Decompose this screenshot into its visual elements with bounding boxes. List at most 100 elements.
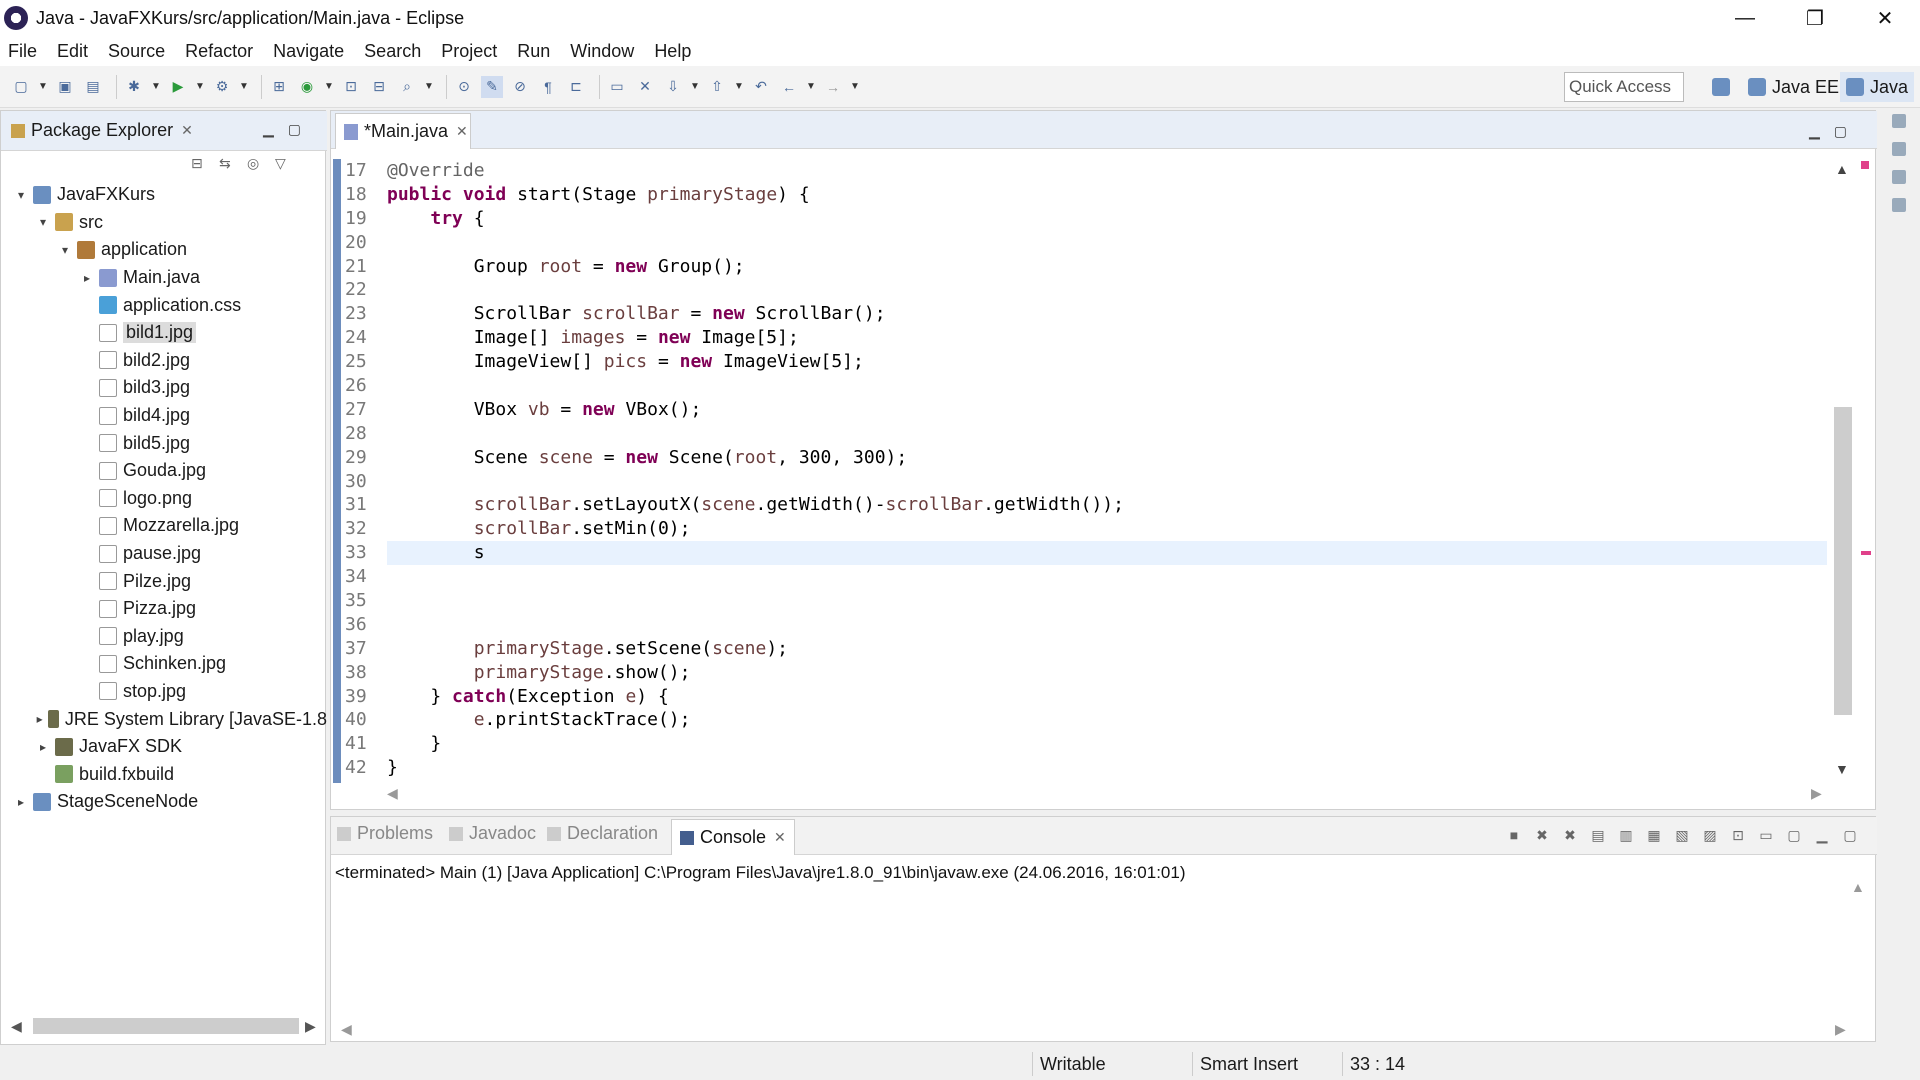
open-console-icon[interactable]: ▢ — [1785, 827, 1803, 845]
perspective-java-ee[interactable]: Java EE — [1748, 72, 1839, 102]
tab-problems[interactable]: Problems — [337, 823, 433, 844]
scroll-up-icon[interactable]: ▲ — [1835, 161, 1849, 177]
display-selected-console-icon[interactable]: ▭ — [1757, 827, 1775, 845]
tab-declaration[interactable]: Declaration — [547, 823, 658, 844]
tree-item[interactable]: logo.png — [1, 485, 327, 513]
tree-item[interactable]: Schinken.jpg — [1, 650, 327, 678]
code-line[interactable]: } — [387, 756, 1827, 780]
tree-item[interactable]: ▸ JavaFX SDK — [1, 733, 327, 761]
link-with-editor-icon[interactable]: ⇆ — [219, 155, 237, 173]
chevron-right-icon[interactable]: ▸ — [35, 740, 51, 754]
new-java-class-icon[interactable]: ◉ — [296, 76, 318, 98]
tree-item[interactable]: Pilze.jpg — [1, 567, 327, 595]
pin-icon[interactable]: ✕ — [634, 76, 656, 98]
remove-launch-icon[interactable]: ✖ — [1533, 827, 1551, 845]
tree-item[interactable]: bild1.jpg — [1, 319, 327, 347]
view-minimize-icon[interactable]: ▁ — [1813, 827, 1831, 845]
back-icon[interactable]: ← — [778, 76, 800, 98]
scrollbar-thumb[interactable] — [1834, 407, 1852, 715]
toggle-breadcrumb-icon[interactable]: ⊙ — [453, 76, 475, 98]
tree-item[interactable]: Mozzarella.jpg — [1, 512, 327, 540]
tree-item[interactable]: pause.jpg — [1, 540, 327, 568]
task-list-icon[interactable] — [1892, 142, 1906, 156]
chevron-down-icon[interactable]: ▾ — [35, 215, 51, 229]
code-line[interactable] — [387, 589, 1827, 613]
tree-item[interactable]: application.css — [1, 291, 327, 319]
chevron-down-icon[interactable]: ▾ — [13, 188, 29, 202]
chevron-down-icon[interactable]: ▼ — [850, 81, 860, 92]
tree-item[interactable]: Pizza.jpg — [1, 595, 327, 623]
new-icon[interactable]: ▢ — [10, 76, 32, 98]
code-line[interactable] — [387, 278, 1827, 302]
close-button[interactable]: ✕ — [1850, 0, 1920, 36]
open-task-icon[interactable]: ⊟ — [368, 76, 390, 98]
code-line[interactable]: Image[] images = new Image[5]; — [387, 326, 1827, 350]
chevron-down-icon[interactable]: ▼ — [806, 81, 816, 92]
view-minimize-maximize[interactable]: ▁▢ — [263, 121, 315, 138]
tree-item[interactable]: ▸ JRE System Library [JavaSE-1.8 — [1, 705, 327, 733]
tree-item[interactable]: ▾ src — [1, 209, 327, 237]
code-line[interactable]: primaryStage.setScene(scene); — [387, 637, 1827, 661]
show-on-error-icon[interactable]: ▨ — [1701, 827, 1719, 845]
chevron-right-icon[interactable]: ▸ — [79, 271, 95, 285]
chevron-down-icon[interactable]: ▼ — [424, 81, 434, 92]
menu-file[interactable]: File — [8, 41, 37, 62]
new-java-package-icon[interactable]: ⊞ — [268, 76, 290, 98]
collapse-all-icon[interactable]: ⊟ — [191, 155, 209, 173]
code-line[interactable]: public void start(Stage primaryStage) { — [387, 183, 1827, 207]
code-area[interactable]: @Override public void start(Stage primary… — [387, 159, 1827, 780]
code-line[interactable]: ImageView[] pics = new ImageView[5]; — [387, 350, 1827, 374]
scroll-up-icon[interactable]: ▲ — [1851, 879, 1865, 895]
menu-help[interactable]: Help — [654, 41, 691, 62]
close-icon[interactable]: ✕ — [181, 122, 193, 139]
maximize-button[interactable]: ❐ — [1780, 0, 1850, 36]
tree-item[interactable]: bild2.jpg — [1, 347, 327, 375]
toggle-block-selection-icon[interactable]: ⊘ — [509, 76, 531, 98]
chevron-down-icon[interactable]: ▼ — [239, 81, 249, 92]
tree-item[interactable]: play.jpg — [1, 623, 327, 651]
menu-search[interactable]: Search — [364, 41, 421, 62]
chevron-down-icon[interactable]: ▾ — [57, 243, 73, 257]
code-line[interactable] — [387, 470, 1827, 494]
menu-project[interactable]: Project — [441, 41, 497, 62]
tab-javadoc[interactable]: Javadoc — [449, 823, 536, 844]
close-icon[interactable]: ✕ — [774, 829, 786, 846]
editor-tab-main-java[interactable]: *Main.java ✕ — [335, 113, 471, 149]
code-line[interactable]: Group root = new Group(); — [387, 255, 1827, 279]
forward-icon[interactable]: → — [822, 76, 844, 98]
tree-item[interactable]: ▸ Main.java — [1, 264, 327, 292]
scroll-lock-icon[interactable]: ▥ — [1617, 827, 1635, 845]
last-edit-location-icon[interactable]: ↶ — [750, 76, 772, 98]
overview-ruler-mark[interactable] — [1861, 551, 1871, 555]
chevron-down-icon[interactable]: ▼ — [324, 81, 334, 92]
code-line[interactable] — [387, 565, 1827, 589]
menu-edit[interactable]: Edit — [57, 41, 88, 62]
code-line[interactable]: primaryStage.show(); — [387, 661, 1827, 685]
show-on-output-icon[interactable]: ▧ — [1673, 827, 1691, 845]
code-line[interactable] — [387, 613, 1827, 637]
run-icon[interactable]: ▶ — [167, 76, 189, 98]
outline-icon[interactable] — [1892, 198, 1906, 212]
code-line[interactable]: scrollBar.setLayoutX(scene.getWidth()-sc… — [387, 493, 1827, 517]
vertical-scrollbar[interactable]: ▲ ▼ — [1831, 161, 1855, 777]
code-line[interactable]: } — [387, 732, 1827, 756]
code-line[interactable] — [387, 231, 1827, 255]
view-minimize-maximize[interactable]: ▁▢ — [1809, 123, 1861, 140]
code-line[interactable]: scrollBar.setMin(0); — [387, 517, 1827, 541]
chevron-down-icon[interactable]: ▼ — [195, 81, 205, 92]
terminate-icon[interactable]: ■ — [1505, 827, 1523, 845]
code-line[interactable]: ScrollBar scrollBar = new ScrollBar(); — [387, 302, 1827, 326]
scroll-right-icon[interactable]: ▶ — [1835, 1021, 1846, 1038]
tree-item[interactable]: build.fxbuild — [1, 760, 327, 788]
chevron-down-icon[interactable]: ▼ — [38, 81, 48, 92]
previous-annotation-icon[interactable]: ⇧ — [706, 76, 728, 98]
open-type-icon[interactable]: ⊡ — [340, 76, 362, 98]
show-whitespace-icon[interactable]: ¶ — [537, 76, 559, 98]
clear-console-icon[interactable]: ▤ — [1589, 827, 1607, 845]
external-tools-icon[interactable]: ⚙ — [211, 76, 233, 98]
scrollbar-thumb[interactable] — [33, 1018, 299, 1034]
tree-item[interactable]: Gouda.jpg — [1, 457, 327, 485]
scroll-left-icon[interactable]: ◀ — [341, 1021, 352, 1038]
next-annotation-icon[interactable]: ⇩ — [662, 76, 684, 98]
code-line[interactable]: @Override — [387, 159, 1827, 183]
